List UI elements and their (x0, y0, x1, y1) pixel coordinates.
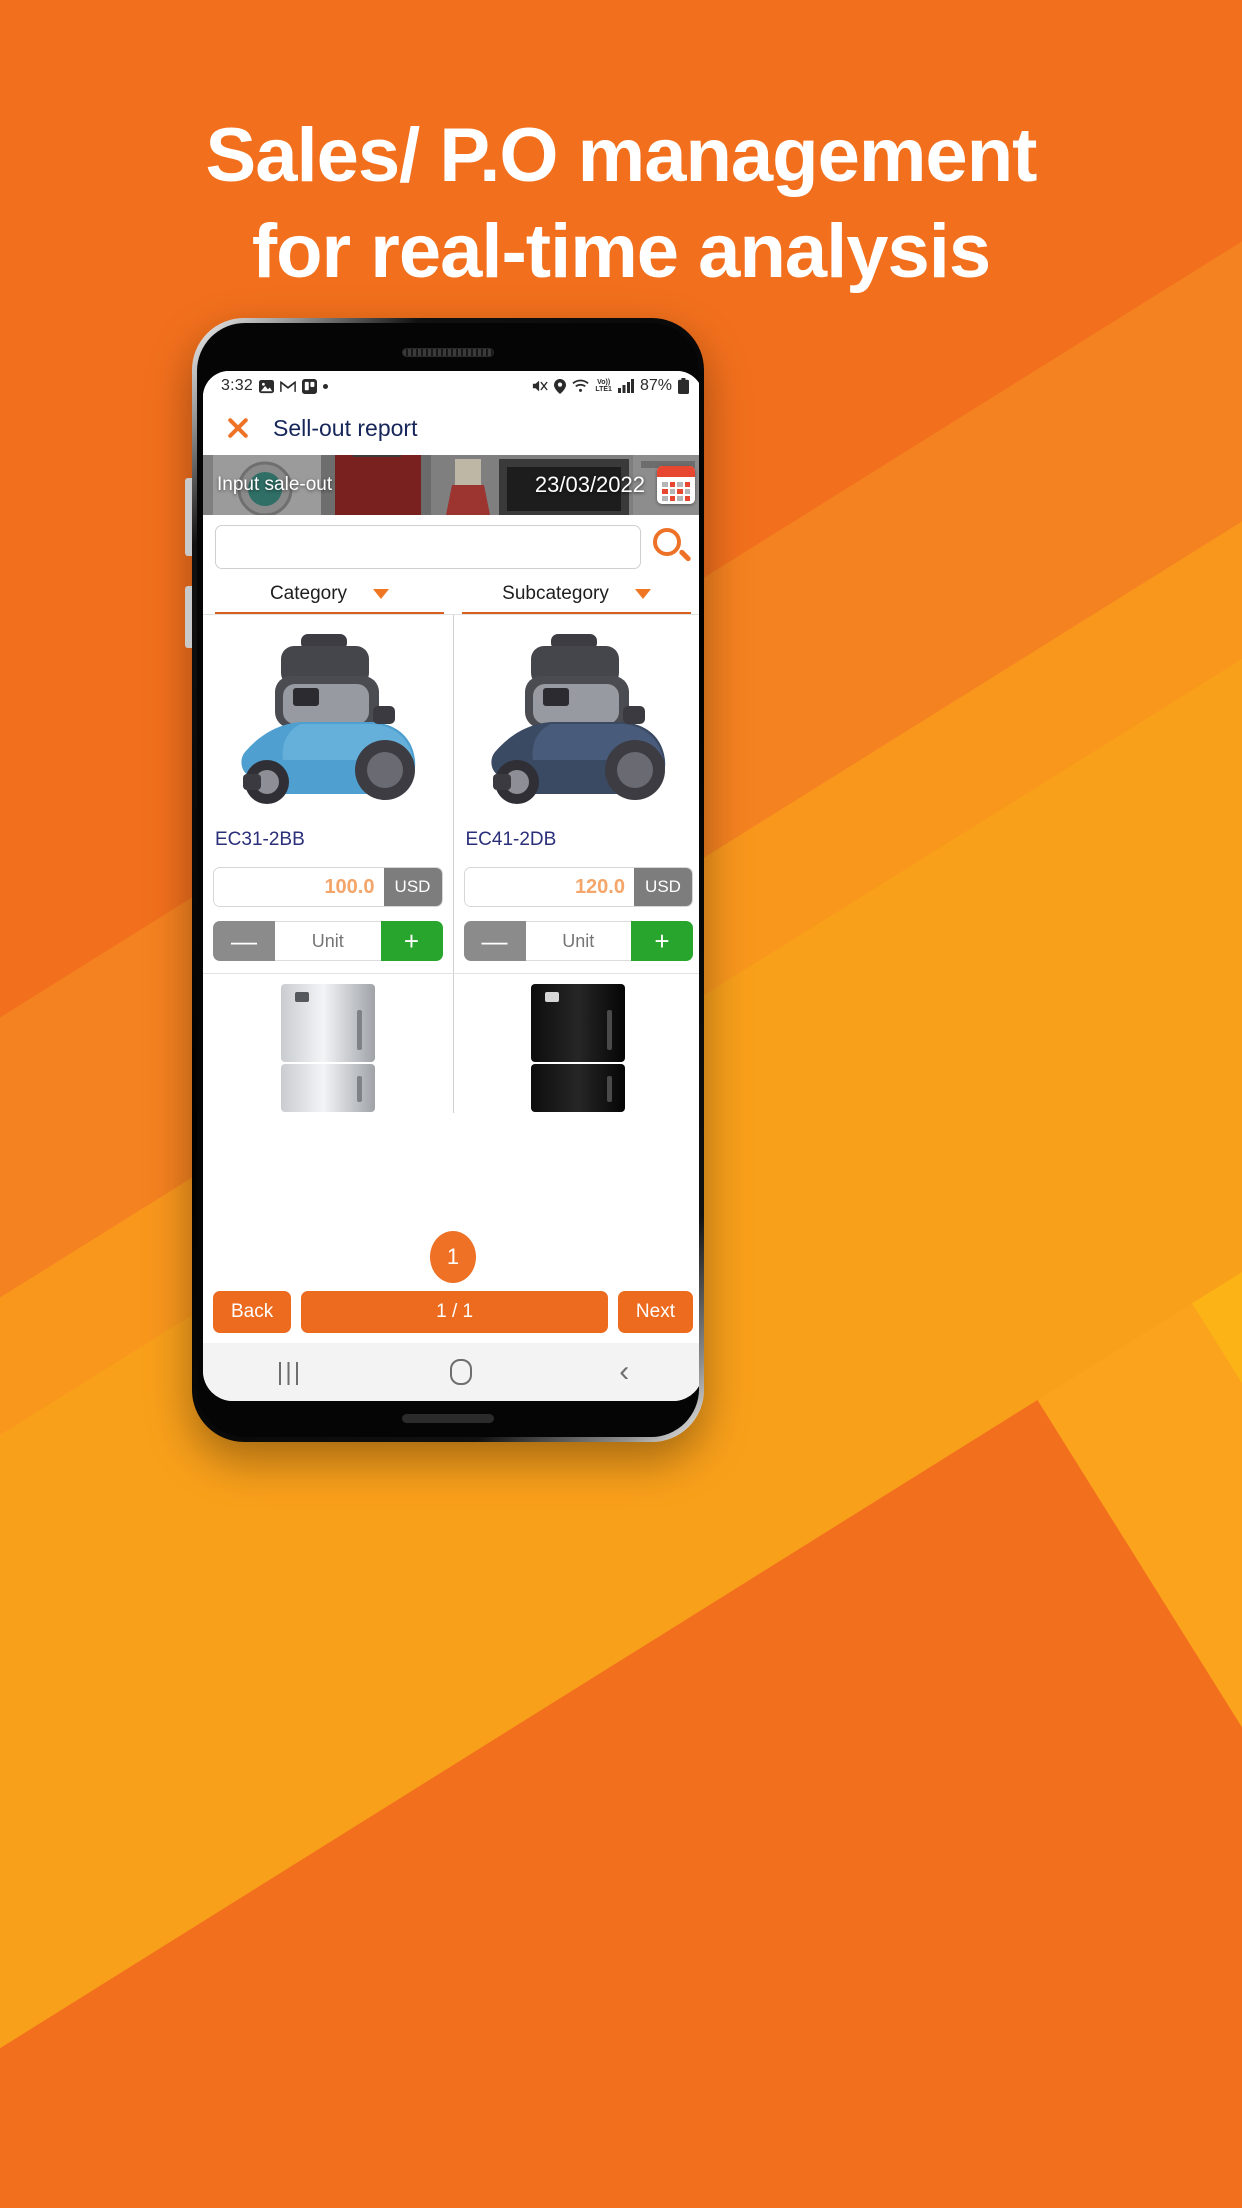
category-dropdown-label: Category (269, 583, 348, 604)
status-bar-left: 3:32 (221, 377, 328, 395)
pagination-bar: Back 1 / 1 Next (203, 1281, 699, 1343)
hero-headline-line1: Sales/ P.O management (205, 113, 1038, 198)
close-icon[interactable] (225, 415, 251, 441)
product-image (464, 984, 694, 1113)
back-icon[interactable]: ‹ (619, 1357, 629, 1387)
page-root: Sales/ P.O management for real-time anal… (0, 0, 1242, 2208)
product-grid-row-2 (203, 973, 699, 1113)
product-price-field[interactable]: 100.0 USD (213, 867, 443, 907)
battery-percent-label: 87% (639, 377, 672, 394)
subcategory-dropdown[interactable]: Subcategory (462, 583, 691, 614)
status-bar-right: Vo)) LTE1 87% (532, 377, 689, 395)
wifi-icon (572, 379, 589, 393)
product-card[interactable] (453, 974, 699, 1113)
quantity-stepper: — Unit + (213, 921, 443, 961)
product-image (213, 623, 443, 823)
product-card[interactable]: EC31-2BB 100.0 USD — Unit + (203, 615, 453, 973)
category-dropdown[interactable]: Category (215, 583, 444, 614)
fridge-black-icon (531, 984, 626, 1112)
hero-headline-line2: for real-time analysis (251, 209, 991, 294)
app-bar: Sell-out report (203, 401, 699, 455)
background-band (700, 118, 1242, 2133)
product-image (213, 984, 443, 1113)
banner-date-group[interactable]: 23/03/2022 (535, 466, 699, 504)
fridge-silver-icon (280, 984, 375, 1112)
product-currency-label: USD (634, 868, 692, 906)
increment-button[interactable]: + (380, 921, 443, 961)
decrement-button[interactable]: — (463, 921, 526, 961)
product-currency-label: USD (383, 868, 442, 906)
increment-button[interactable]: + (631, 921, 693, 961)
phone-chin (402, 1414, 494, 1423)
chevron-down-icon (373, 589, 390, 599)
battery-icon (678, 378, 689, 394)
product-image (464, 623, 694, 823)
status-bar: 3:32 Vo)) LTE1 87% (203, 371, 699, 401)
phone-earpiece-speaker (402, 348, 494, 357)
phone-bezel: 3:32 Vo)) LTE1 87% Sell-out report Input… (197, 323, 699, 1437)
quantity-input[interactable]: Unit (525, 921, 631, 961)
product-price-value[interactable]: 100.0 (214, 868, 384, 906)
signal-bars-icon (617, 379, 634, 393)
phone-volume-button[interactable] (185, 478, 192, 556)
product-card[interactable]: EC41-2DB 120.0 USD — Unit + (453, 615, 699, 973)
quantity-input[interactable]: Unit (275, 921, 381, 961)
mute-icon (532, 379, 549, 393)
status-bar-clock: 3:32 (221, 377, 253, 394)
android-nav-bar: ||| ‹ (203, 1343, 699, 1401)
dot-icon (322, 383, 328, 389)
vacuum-cleaner-blue-icon (241, 634, 415, 804)
page-indicator[interactable]: 1 / 1 (301, 1291, 608, 1333)
search-input[interactable] (215, 525, 641, 569)
chevron-down-icon (634, 589, 651, 599)
cart-count-badge[interactable]: 1 (430, 1231, 476, 1283)
location-icon (554, 378, 567, 394)
back-button[interactable]: Back (213, 1291, 292, 1333)
phone-screen: 3:32 Vo)) LTE1 87% Sell-out report Input… (203, 371, 699, 1401)
filter-row: Category Subcategory (203, 579, 699, 614)
product-code: EC41-2DB (465, 829, 557, 850)
recents-icon[interactable]: ||| (277, 1358, 302, 1387)
next-button[interactable]: Next (617, 1291, 693, 1333)
product-price-field[interactable]: 120.0 USD (463, 867, 693, 907)
trello-icon (301, 378, 317, 394)
product-price-value[interactable]: 120.0 (464, 868, 634, 906)
calendar-icon[interactable] (657, 466, 695, 504)
phone-mockup: 3:32 Vo)) LTE1 87% Sell-out report Input… (185, 318, 704, 1442)
banner: Input sale-out 23/03/2022 (203, 455, 699, 515)
quantity-stepper: — Unit + (463, 921, 693, 961)
selected-date[interactable]: 23/03/2022 (535, 472, 645, 498)
phone-power-button[interactable] (185, 586, 192, 648)
banner-label: Input sale-out (217, 474, 333, 495)
gmail-icon (280, 380, 296, 393)
volte-icon: Vo)) LTE1 (595, 379, 612, 393)
hero-headline: Sales/ P.O management for real-time anal… (0, 108, 1242, 300)
search-row (203, 515, 699, 579)
search-icon[interactable] (649, 525, 693, 569)
page-title: Sell-out report (273, 414, 418, 441)
photos-icon (258, 379, 274, 394)
product-grid: EC31-2BB 100.0 USD — Unit + EC41-2DB 120… (203, 614, 699, 973)
decrement-button[interactable]: — (213, 921, 275, 961)
home-icon[interactable] (449, 1359, 472, 1385)
subcategory-dropdown-label: Subcategory (502, 583, 609, 604)
product-card[interactable] (203, 974, 453, 1113)
vacuum-cleaner-navy-icon (491, 634, 666, 804)
product-code: EC31-2BB (215, 829, 305, 850)
background-band (940, 158, 1242, 2173)
